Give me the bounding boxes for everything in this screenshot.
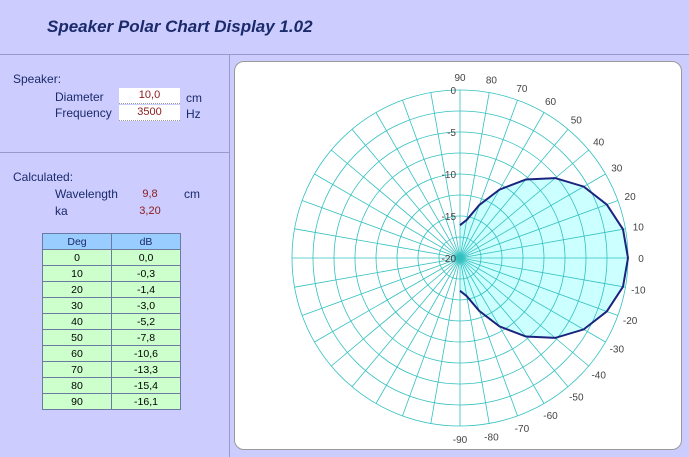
- wavelength-unit: cm: [184, 187, 200, 201]
- deg-column-header: Deg: [42, 233, 112, 250]
- speaker-section-label: Speaker:: [13, 72, 62, 86]
- db-cell: -5,2: [111, 313, 181, 330]
- polar-chart-panel: 0 -5 -10 -15 -20 90 80 70 60 50 40 30 20 10 0 -10 -20 -30…: [234, 61, 682, 450]
- angle-label: -40: [591, 370, 606, 381]
- deg-cell: 70: [42, 361, 112, 378]
- parameters-panel: Speaker: Diameter 10,0 cm Frequency 3500…: [0, 55, 230, 457]
- table-header-row: Deg dB: [42, 233, 181, 250]
- frequency-unit: Hz: [186, 107, 201, 121]
- angle-label: -70: [515, 424, 530, 435]
- frequency-label: Frequency: [55, 106, 112, 120]
- deg-cell: 10: [42, 265, 112, 282]
- diameter-input[interactable]: 10,0: [119, 88, 180, 104]
- frequency-input[interactable]: 3500: [119, 105, 180, 121]
- table-row: 0 0,0: [42, 249, 181, 266]
- ka-value: 3,20: [139, 205, 161, 217]
- radial-tick-label: 0: [450, 86, 456, 97]
- wavelength-label: Wavelength: [55, 187, 118, 201]
- table-row: 10 -0,3: [42, 265, 181, 282]
- angle-label: -90: [453, 435, 468, 446]
- table-row: 70 -13,3: [42, 361, 181, 378]
- db-cell: 0,0: [111, 249, 181, 266]
- angle-label: -20: [623, 316, 638, 327]
- db-cell: -1,4: [111, 281, 181, 298]
- table-row: 90 -16,1: [42, 393, 181, 410]
- deg-cell: 50: [42, 329, 112, 346]
- table-row: 40 -5,2: [42, 313, 181, 330]
- angle-label: -60: [543, 411, 558, 422]
- deg-cell: 0: [42, 249, 112, 266]
- table-row: 80 -15,4: [42, 377, 181, 394]
- angle-label: 80: [486, 76, 498, 87]
- deg-cell: 90: [42, 393, 112, 410]
- db-table: Deg dB 0 0,0 10 -0,3 20 -1,4 30 -3,0 40 -5,2 50 -7,…: [42, 233, 181, 410]
- angle-label: 50: [571, 115, 583, 126]
- app-title: Speaker Polar Chart Display 1.02: [47, 17, 313, 36]
- db-cell: -13,3: [111, 361, 181, 378]
- wavelength-value: 9,8: [142, 188, 158, 200]
- db-column-header: dB: [111, 233, 181, 250]
- db-cell: -15,4: [111, 377, 181, 394]
- angle-label: -80: [484, 432, 499, 443]
- angle-label: 10: [633, 223, 645, 234]
- angle-label: 20: [625, 192, 637, 203]
- table-row: 50 -7,8: [42, 329, 181, 346]
- section-divider: [0, 152, 230, 153]
- angle-label: 90: [454, 73, 466, 84]
- table-row: 60 -10,6: [42, 345, 181, 362]
- deg-cell: 30: [42, 297, 112, 314]
- diameter-label: Diameter: [55, 90, 104, 104]
- deg-cell: 60: [42, 345, 112, 362]
- db-cell: -3,0: [111, 297, 181, 314]
- radial-tick-label: -20: [442, 254, 457, 265]
- angle-label: 0: [638, 254, 644, 265]
- ka-label: ka: [55, 204, 68, 218]
- angle-label: 40: [593, 138, 605, 149]
- diameter-unit: cm: [186, 91, 202, 105]
- table-row: 30 -3,0: [42, 297, 181, 314]
- angle-label: 60: [545, 97, 557, 108]
- db-cell: -10,6: [111, 345, 181, 362]
- deg-cell: 40: [42, 313, 112, 330]
- deg-cell: 20: [42, 281, 112, 298]
- db-cell: -7,8: [111, 329, 181, 346]
- deg-cell: 80: [42, 377, 112, 394]
- angle-label: -30: [610, 345, 625, 356]
- title-bar: Speaker Polar Chart Display 1.02: [0, 0, 689, 55]
- polar-chart: 0 -5 -10 -15 -20 90 80 70 60 50 40 30 20 10 0 -10 -20 -30…: [291, 73, 646, 446]
- radial-tick-label: -5: [447, 128, 456, 139]
- angle-label: 70: [516, 84, 528, 95]
- radial-tick-label: -10: [442, 170, 457, 181]
- db-cell: -16,1: [111, 393, 181, 410]
- calculated-section-label: Calculated:: [13, 170, 74, 184]
- table-row: 20 -1,4: [42, 281, 181, 298]
- angle-label: -10: [631, 285, 646, 296]
- angle-label: -50: [569, 393, 584, 404]
- radial-tick-label: -15: [442, 212, 457, 223]
- db-cell: -0,3: [111, 265, 181, 282]
- angle-label: 30: [611, 164, 623, 175]
